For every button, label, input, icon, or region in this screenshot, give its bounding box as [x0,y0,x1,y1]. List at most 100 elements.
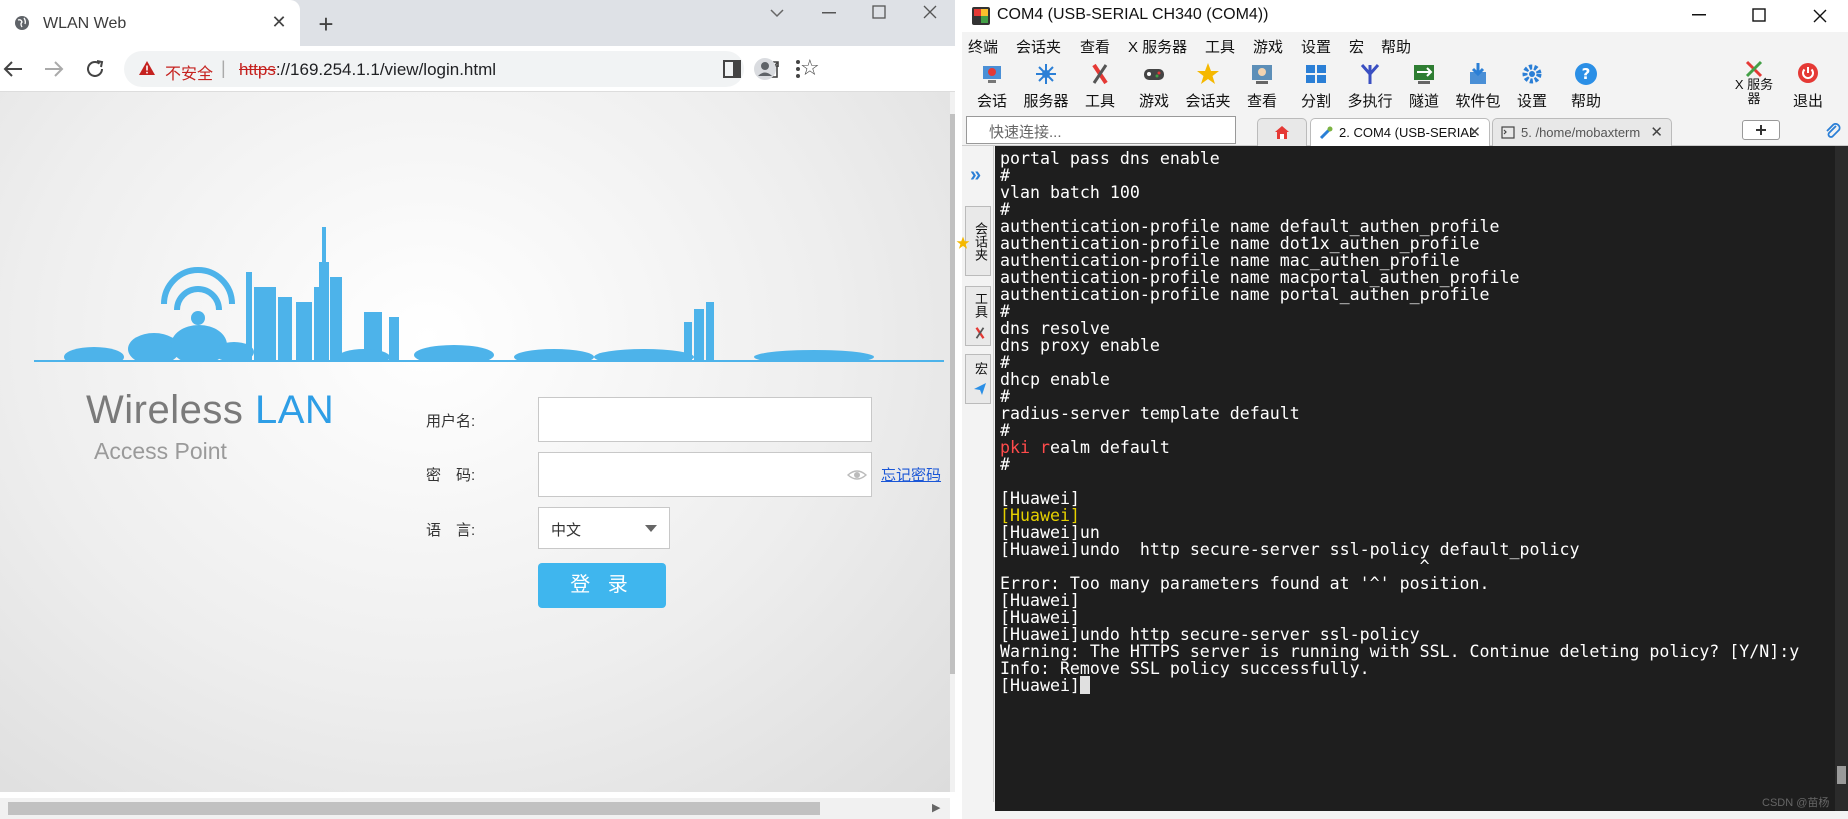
double-chevron-right-icon[interactable]: » [970,164,981,187]
toolbar-session-button[interactable]: 会话 [964,56,1020,112]
toolbar-servers-button[interactable]: 服务器 [1018,56,1074,112]
reload-icon[interactable] [84,58,106,80]
left-side-panel: » 会话夹 工具 宏 [956,146,994,802]
language-selected-value: 中文 [551,522,582,539]
forgot-password-link[interactable]: 忘记密码 [881,464,941,485]
login-button[interactable]: 登 录 [538,563,666,608]
menu-tools[interactable]: 工具 [1205,36,1235,57]
menu-bar: 终端 会话夹 查看 X 服务器 工具 游戏 设置 宏 帮助 [962,32,1848,56]
toolbar-tools-button[interactable]: 工具 [1072,56,1128,112]
toolbar-label: 会话夹 [1185,93,1231,110]
back-arrow-icon[interactable] [2,58,24,80]
address-bar[interactable]: 不安全 | https://169.254.1.1/view/login.htm… [124,51,820,87]
scroll-right-arrow-icon[interactable]: ▶ [932,801,940,814]
toolbar-games-button[interactable]: 游戏 [1126,56,1182,112]
tools-icon [1092,63,1108,85]
terminal-scrollbar[interactable] [1835,146,1848,811]
terminal-scroll-thumb[interactable] [1837,766,1846,784]
browser-tab-wlan[interactable]: WLAN Web ✕ [0,0,300,46]
side-tab-label: 会话夹 [973,221,988,261]
terminal-output[interactable]: portal pass dns enable # vlan batch 100 # au… [995,146,1848,811]
toolbar-label: 软件包 [1455,93,1501,110]
session-tab-mobaxterm[interactable]: 5. /home/mobaxterm ✕ [1492,118,1672,146]
toolbar-view-button[interactable]: 查看 [1234,56,1290,112]
mobaxterm-title-bar: COM4 (USB-SERIAL CH340 (COM4)) [962,0,1848,32]
games-icon [1144,69,1164,80]
help-icon: ? [1575,63,1597,85]
password-label: 密 码: [426,467,476,484]
not-secure-label[interactable]: 不安全 [165,60,213,84]
side-panel-icon[interactable] [720,57,744,81]
side-tab-macros[interactable]: 宏 [965,354,991,404]
toolbar-exit-button[interactable]: 退出 [1784,56,1832,112]
toolbar-settings-button[interactable]: 设置 [1504,56,1560,112]
brand-subtitle: Access Point [94,438,227,464]
svg-text:?: ? [1582,65,1591,83]
toolbar-label: 游戏 [1138,93,1169,110]
star-icon [1197,63,1219,84]
toolbar-help-button[interactable]: ? 帮助 [1558,56,1614,112]
menu-sessions[interactable]: 会话夹 [1016,36,1061,57]
tab-close-icon[interactable]: ✕ [268,12,290,33]
maximize-icon[interactable] [1752,8,1766,22]
tools-icon [975,326,985,339]
terminal-line: # [1000,455,1010,474]
chevron-down-icon[interactable] [770,8,784,18]
session-tab-com4[interactable]: 2. COM4 (USB-SERIAL ✕ [1310,118,1490,146]
minimize-icon[interactable] [822,12,836,14]
page-horizontal-scrollbar[interactable]: ▶ [0,798,950,819]
window-title: COM4 (USB-SERIAL CH340 (COM4)) [997,6,1269,23]
warning-icon[interactable] [138,60,156,76]
terminal-line: radius-server template default [1000,404,1300,423]
tab-close-icon[interactable]: ✕ [1650,123,1663,141]
browser-window: WLAN Web ✕ + 不安全 | https://169.254.1.1/v… [0,0,955,819]
language-select[interactable]: 中文 [538,507,670,549]
close-window-icon[interactable] [922,4,938,20]
username-input[interactable] [538,397,872,442]
split-icon [1306,65,1326,83]
new-tab-button[interactable] [1742,120,1780,140]
paperclip-icon[interactable] [1824,122,1842,140]
servers-icon [1036,64,1056,84]
quick-connect-placeholder: 快速连接... [989,124,1062,141]
toolbar-label: 隧道 [1408,93,1439,110]
menu-xserver[interactable]: X 服务器 [1128,36,1187,57]
profile-avatar-icon[interactable] [753,57,777,81]
forward-arrow-icon[interactable] [43,58,65,80]
toolbar-sessions-folder-button[interactable]: 会话夹 [1180,56,1236,112]
toolbar-packages-button[interactable]: 软件包 [1450,56,1506,112]
home-tab[interactable] [1257,118,1307,146]
toolbar-tunnel-button[interactable]: 隧道 [1396,56,1452,112]
url-text[interactable]: https://169.254.1.1/view/login.html [239,60,496,80]
url-scheme: https [239,60,276,79]
minimize-icon[interactable] [1692,14,1706,16]
menu-view[interactable]: 查看 [1080,36,1110,57]
show-password-eye-icon[interactable] [847,466,867,484]
quick-connect-input[interactable]: 快速连接... [966,116,1236,144]
more-menu-icon[interactable] [786,57,810,81]
page-vertical-scrollbar[interactable] [950,92,955,792]
new-tab-button[interactable]: + [314,9,338,40]
close-window-icon[interactable] [1812,8,1828,24]
side-tab-tools[interactable]: 工具 [965,286,991,346]
toolbar-multiexec-button[interactable]: 多执行 [1342,56,1398,112]
menu-macros[interactable]: 宏 [1349,36,1364,57]
toolbar-label: 会话 [976,93,1007,110]
maximize-icon[interactable] [872,5,886,19]
menu-games[interactable]: 游戏 [1253,36,1283,57]
tab-close-icon[interactable]: ✕ [1468,123,1481,141]
login-page: Wireless LAN Access Point 用户名: 密 码: 忘记密码… [0,92,950,792]
toolbar-xserver-button[interactable]: X 服务 器 [1730,56,1778,112]
horizontal-scroll-thumb[interactable] [8,802,820,815]
globe-icon [15,16,29,30]
view-icon [1252,65,1272,84]
home-icon [1275,126,1289,139]
toolbar-label: 工具 [1084,93,1115,110]
menu-settings[interactable]: 设置 [1301,36,1331,57]
password-input[interactable] [538,452,872,497]
menu-help[interactable]: 帮助 [1381,36,1411,57]
menu-terminal[interactable]: 终端 [968,36,998,57]
side-tab-sessions[interactable]: 会话夹 [956,206,991,276]
toolbar-split-button[interactable]: 分割 [1288,56,1344,112]
vertical-scroll-thumb[interactable] [950,114,955,674]
